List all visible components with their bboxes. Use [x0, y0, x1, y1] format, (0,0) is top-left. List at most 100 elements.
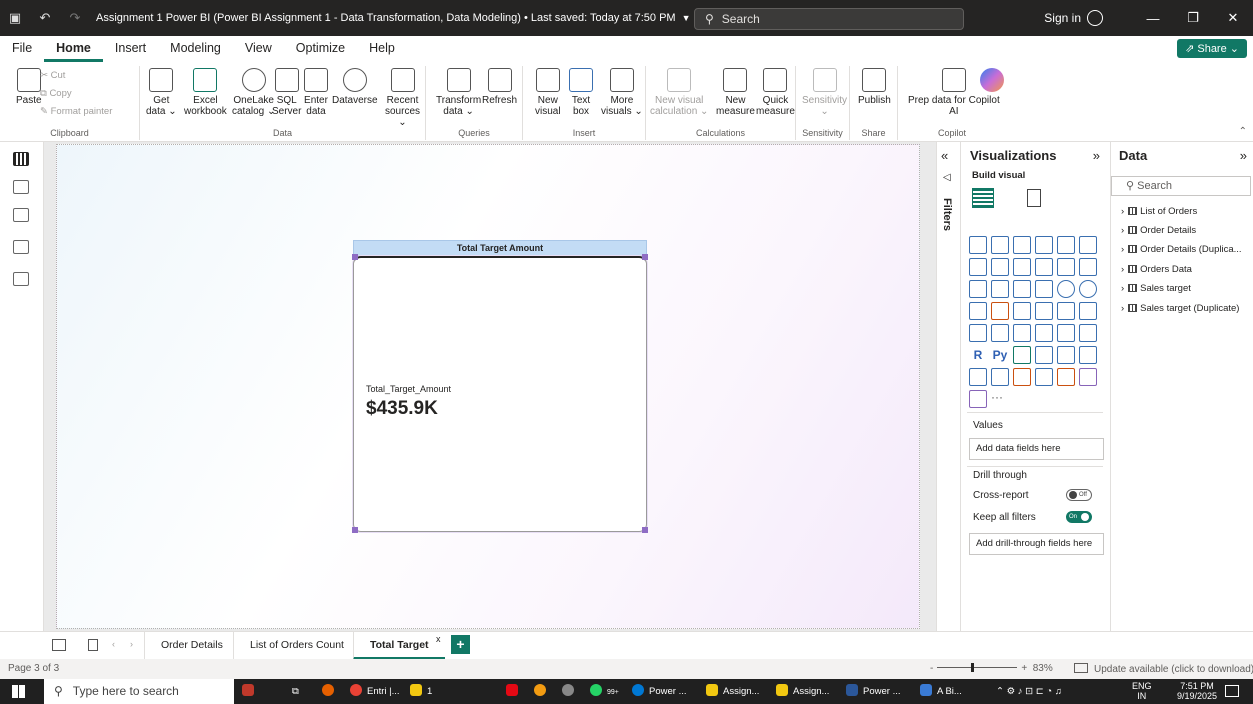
sign-in-button[interactable]: Sign in: [1044, 10, 1103, 26]
azure-map-icon[interactable]: [1057, 302, 1075, 320]
pie-chart-icon[interactable]: [1057, 280, 1075, 298]
taskbar-app-powerbi-1[interactable]: Assign...: [706, 679, 759, 704]
system-tray-icons[interactable]: ⌃ ⚙ ♪ ⊡ ⊏ ◔ ♫: [996, 679, 1062, 704]
new-visual-button[interactable]: New visual: [535, 68, 561, 117]
card-visual[interactable]: Total Target Amount Total_Target_Amount …: [352, 240, 648, 533]
resize-handle[interactable]: [352, 254, 358, 260]
shape-map-icon[interactable]: [1035, 302, 1053, 320]
power-apps-icon[interactable]: [1013, 368, 1031, 386]
tab-home[interactable]: Home: [44, 36, 103, 62]
whatsapp-icon[interactable]: 99+: [590, 679, 619, 704]
map-icon[interactable]: [991, 302, 1009, 320]
model-view-icon[interactable]: [13, 208, 29, 222]
copilot-visual-icon[interactable]: [969, 390, 987, 408]
recent-sources-button[interactable]: Recent sources ⌄: [380, 68, 425, 128]
100-bar-chart-icon[interactable]: [1057, 236, 1075, 254]
language-indicator[interactable]: ENG IN: [1132, 681, 1152, 701]
close-button[interactable]: ✕: [1213, 10, 1253, 26]
zoom-thumb[interactable]: [971, 663, 975, 672]
resize-handle[interactable]: [642, 254, 648, 260]
python-visual-icon[interactable]: Py: [991, 346, 1009, 364]
table-item[interactable]: › Order Details: [1121, 225, 1196, 236]
update-available-link[interactable]: Update available (click to download): [1074, 663, 1253, 675]
multi-row-card-icon[interactable]: [991, 324, 1009, 342]
arcgis-icon[interactable]: [1057, 368, 1075, 386]
matrix-icon[interactable]: [1079, 324, 1097, 342]
excel-workbook-button[interactable]: Excel workbook: [184, 68, 227, 117]
get-data-button[interactable]: Get data ⌄: [146, 68, 177, 117]
power-apps-visual-icon[interactable]: [1079, 368, 1097, 386]
taskbar-app-powerbi-2[interactable]: Assign...: [776, 679, 829, 704]
area-chart-icon[interactable]: [991, 258, 1009, 276]
copy-button[interactable]: ⧉ Copy: [40, 88, 72, 99]
donut-chart-icon[interactable]: [1079, 280, 1097, 298]
card-icon[interactable]: [969, 324, 987, 342]
resize-handle[interactable]: [352, 527, 358, 533]
enter-data-button[interactable]: Enter data: [304, 68, 328, 117]
quick-measure-button[interactable]: Quick measure: [756, 68, 795, 117]
more-visuals-icon[interactable]: ···: [991, 390, 1009, 408]
tab-help[interactable]: Help: [357, 36, 407, 62]
undo-icon[interactable]: ↶: [30, 10, 60, 26]
previous-page-icon[interactable]: ‹: [112, 639, 115, 649]
filters-pane-collapsed[interactable]: « ◁ Filters: [936, 142, 960, 631]
line-column-chart-icon[interactable]: [1057, 258, 1075, 276]
page-tab-list-of-orders-count[interactable]: List of Orders Count: [233, 632, 360, 660]
minimize-button[interactable]: —: [1133, 11, 1173, 26]
restore-button[interactable]: ❐: [1173, 10, 1213, 26]
transform-data-button[interactable]: Transform data ⌄: [436, 68, 481, 117]
clock[interactable]: 7:51 PM 9/19/2025: [1177, 681, 1217, 701]
decomposition-tree-icon[interactable]: [1035, 346, 1053, 364]
paginated-report-icon[interactable]: [991, 368, 1009, 386]
drill-through-field-well[interactable]: Add drill-through fields here: [969, 533, 1104, 555]
filled-map-icon[interactable]: [1013, 302, 1031, 320]
sql-server-button[interactable]: SQL Server: [272, 68, 301, 117]
zoom-slider[interactable]: [937, 663, 1018, 672]
search-box[interactable]: ⚲ Search: [694, 8, 964, 30]
expand-filters-icon[interactable]: «: [941, 148, 948, 163]
table-item[interactable]: › List of Orders: [1121, 206, 1197, 217]
new-visual-calculation-button[interactable]: New visual calculation ⌄: [650, 68, 708, 117]
task-view-icon[interactable]: ⧉: [292, 679, 299, 704]
narrative-icon[interactable]: [1079, 346, 1097, 364]
collapse-ribbon-icon[interactable]: ⌃: [1239, 126, 1247, 137]
netflix-icon[interactable]: [506, 679, 523, 704]
mobile-layout-icon[interactable]: [88, 639, 98, 651]
publish-button[interactable]: Publish: [858, 68, 891, 106]
taskbar-app-file-explorer[interactable]: 1: [410, 679, 432, 704]
close-tab-icon[interactable]: x: [436, 626, 441, 652]
report-canvas[interactable]: Total Target Amount Total_Target_Amount …: [56, 144, 920, 629]
taskbar-app-word[interactable]: Power ...: [846, 679, 901, 704]
slicer-icon[interactable]: [1035, 324, 1053, 342]
taskbar-app-edge[interactable]: Power ...: [632, 679, 687, 704]
ribbon-chart-icon[interactable]: [969, 280, 987, 298]
app-icon[interactable]: [562, 679, 579, 704]
cut-button[interactable]: ✂ Cut: [40, 70, 65, 81]
table-item[interactable]: › Sales target (Duplicate): [1121, 303, 1239, 314]
fit-to-page-icon[interactable]: [1074, 663, 1088, 673]
card-body[interactable]: Total_Target_Amount $435.9K: [353, 256, 647, 532]
table-item[interactable]: › Sales target: [1121, 283, 1191, 294]
title-dropdown-icon[interactable]: ▼: [682, 13, 691, 23]
tab-insert[interactable]: Insert: [103, 36, 158, 62]
line-chart-icon[interactable]: [969, 258, 987, 276]
treemap-icon[interactable]: [969, 302, 987, 320]
tab-file[interactable]: File: [0, 36, 44, 62]
windows-start-icon[interactable]: [12, 685, 25, 698]
dax-query-icon[interactable]: [13, 240, 29, 254]
funnel-chart-icon[interactable]: [1013, 280, 1031, 298]
tab-modeling[interactable]: Modeling: [158, 36, 233, 62]
keep-all-filters-toggle[interactable]: On: [1066, 511, 1092, 523]
next-page-icon[interactable]: ›: [130, 639, 133, 649]
stacked-area-chart-icon[interactable]: [1013, 258, 1031, 276]
values-field-well[interactable]: Add data fields here: [969, 438, 1104, 460]
firefox-icon[interactable]: [322, 679, 339, 704]
sensitivity-button[interactable]: Sensitivity ⌄: [802, 68, 847, 117]
page-tab-total-target[interactable]: Total Target x: [353, 632, 445, 660]
share-button[interactable]: ⇗ Share ⌄: [1177, 39, 1247, 58]
table-item[interactable]: › Order Details (Duplica...: [1121, 244, 1242, 255]
resize-handle[interactable]: [642, 527, 648, 533]
dataverse-button[interactable]: Dataverse: [332, 68, 378, 106]
line-stacked-column-chart-icon[interactable]: [1079, 258, 1097, 276]
more-visuals-button[interactable]: More visuals ⌄: [601, 68, 643, 117]
